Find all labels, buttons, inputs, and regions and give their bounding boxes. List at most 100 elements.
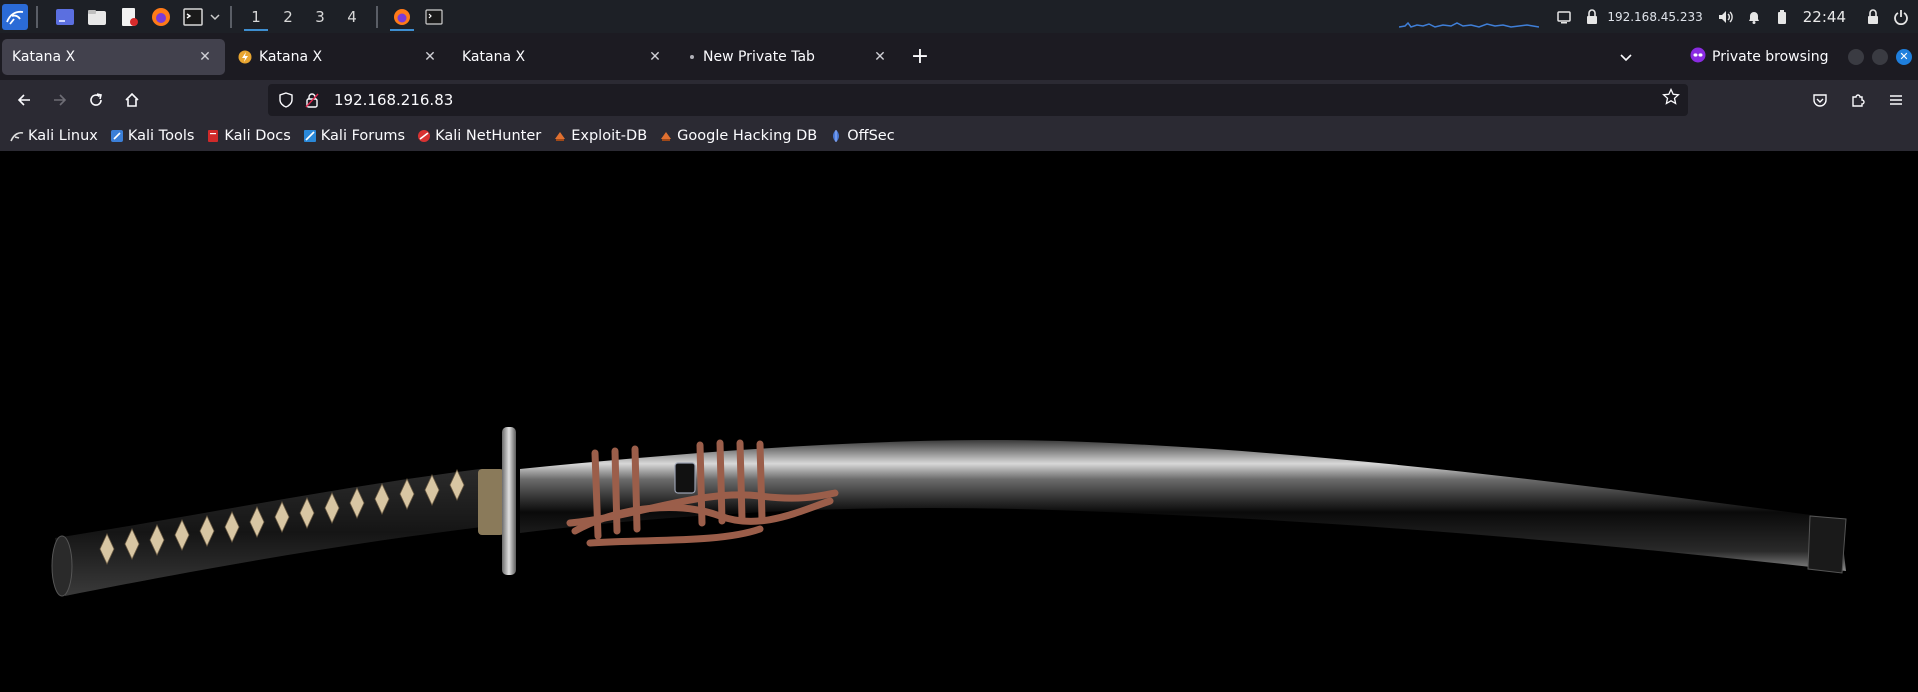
insecure-lock-icon[interactable]	[300, 88, 324, 112]
panel-separator	[36, 5, 38, 28]
power-icon[interactable]	[1888, 0, 1914, 33]
workspace-4[interactable]: 4	[336, 0, 368, 33]
network-graph	[1399, 21, 1540, 28]
minimize-button[interactable]	[1848, 48, 1864, 65]
nethunter-icon	[417, 129, 431, 143]
chevron-down-icon[interactable]	[208, 4, 222, 30]
close-tab-icon[interactable]: ✕	[420, 47, 440, 67]
url-text[interactable]: 192.168.216.83	[334, 91, 453, 109]
kali-tools-icon	[110, 129, 124, 143]
text-editor-icon[interactable]	[116, 4, 142, 30]
navigation-toolbar: 192.168.216.83	[0, 80, 1918, 120]
tab-katana-x-2[interactable]: Katana X ✕	[227, 39, 450, 75]
pocket-button[interactable]	[1804, 84, 1836, 116]
forward-button[interactable]	[44, 84, 76, 116]
bookmark-label: Kali Linux	[28, 127, 98, 144]
reload-icon	[90, 93, 102, 106]
back-button[interactable]	[8, 84, 40, 116]
pocket-icon	[1813, 94, 1827, 107]
kali-forums-icon	[303, 129, 317, 143]
lock-screen-icon[interactable]	[1860, 0, 1886, 33]
system-panel: 1 2 3 4 192.168.45.233 22:44	[0, 0, 1918, 33]
private-mask-icon	[1690, 47, 1706, 67]
close-tab-icon[interactable]: ✕	[645, 47, 665, 67]
kali-menu-icon[interactable]	[2, 3, 28, 30]
firefox-icon	[394, 8, 410, 25]
scabbard-tip	[1807, 515, 1847, 574]
app-menu-button[interactable]	[1880, 84, 1912, 116]
shield-icon[interactable]	[274, 88, 298, 112]
bookmark-label: OffSec	[847, 127, 895, 144]
chevron-down-icon	[1620, 53, 1632, 61]
url-bar[interactable]: 192.168.216.83	[268, 84, 1688, 116]
tab-katana-x-3[interactable]: Katana X ✕	[452, 39, 675, 75]
bookmark-kali-docs[interactable]: Kali Docs	[206, 127, 291, 144]
ghdb-icon	[659, 129, 673, 143]
bookmark-exploit-db[interactable]: Exploit-DB	[553, 128, 647, 144]
kashira	[51, 535, 73, 597]
bookmark-label: Kali Forums	[320, 127, 406, 144]
page-content	[0, 151, 1918, 692]
panel-tray: 192.168.45.233 22:44	[1399, 0, 1918, 33]
fuchi	[478, 469, 504, 535]
bookmark-kali-linux[interactable]: Kali Linux	[10, 128, 98, 144]
private-browsing-label: Private browsing	[1712, 48, 1829, 65]
list-all-tabs-button[interactable]	[1610, 33, 1642, 80]
workspace-3[interactable]: 3	[304, 0, 336, 33]
private-browsing-indicator: Private browsing	[1690, 33, 1829, 80]
tab-title: Katana X	[12, 48, 76, 65]
bookmark-label: Kali Tools	[127, 127, 195, 144]
extensions-button[interactable]	[1842, 84, 1874, 116]
tab-title: Katana X	[462, 48, 526, 65]
reload-button[interactable]	[80, 84, 112, 116]
bookmark-label: Kali Docs	[224, 127, 291, 144]
workspace-1[interactable]: 1	[240, 0, 272, 33]
bookmark-google-hacking-db[interactable]: Google Hacking DB	[659, 128, 817, 144]
file-manager-icon[interactable]	[84, 4, 110, 30]
kali-dragon-icon	[10, 129, 24, 143]
bookmark-star-icon[interactable]	[1662, 87, 1680, 110]
notification-bell-icon[interactable]	[1741, 0, 1767, 33]
puzzle-icon	[1852, 94, 1865, 107]
handle	[55, 469, 490, 596]
ip-address: 192.168.45.233	[1607, 9, 1703, 24]
window-controls: ✕	[1848, 33, 1912, 80]
tab-strip: Katana X ✕ Katana X ✕ Katana X ✕ New Pri…	[0, 33, 1918, 80]
bookmark-offsec[interactable]: OffSec	[829, 128, 895, 144]
tab-title: New Private Tab	[703, 48, 815, 65]
task-terminal[interactable]	[418, 0, 450, 33]
new-tab-button[interactable]: +	[904, 41, 936, 73]
terminal-icon[interactable]	[180, 4, 206, 30]
panel-separator	[376, 5, 378, 28]
panel-separator	[230, 5, 232, 28]
arrow-left-icon	[17, 94, 30, 106]
bookmark-kali-forums[interactable]: Kali Forums	[303, 128, 405, 144]
bookmark-kali-tools[interactable]: Kali Tools	[110, 127, 195, 144]
home-button[interactable]	[116, 84, 148, 116]
firefox-icon[interactable]	[148, 4, 174, 30]
workspace-2[interactable]: 2	[272, 0, 304, 33]
bookmark-label: Google Hacking DB	[677, 127, 818, 144]
kurigata	[674, 462, 696, 494]
hamburger-menu-icon	[1890, 95, 1902, 105]
lightning-icon	[237, 49, 253, 65]
arrow-right-icon	[54, 94, 67, 106]
vpn-lock-icon[interactable]	[1579, 0, 1605, 33]
maximize-button[interactable]	[1872, 48, 1888, 65]
tab-new-private[interactable]: New Private Tab ✕	[677, 39, 900, 75]
bookmark-kali-nethunter[interactable]: Kali NetHunter	[417, 128, 541, 144]
bookmark-label: Kali NetHunter	[435, 127, 542, 144]
toolbar-right	[1800, 80, 1918, 120]
desktop-icon[interactable]	[52, 4, 78, 30]
close-window-button[interactable]: ✕	[1896, 48, 1912, 65]
battery-icon[interactable]	[1769, 0, 1795, 33]
close-tab-icon[interactable]: ✕	[870, 47, 890, 67]
screen-icon[interactable]	[1551, 0, 1577, 33]
dot-icon	[687, 49, 697, 65]
close-tab-icon[interactable]: ✕	[195, 47, 215, 67]
offsec-icon	[829, 129, 843, 143]
volume-icon[interactable]	[1713, 0, 1739, 33]
clock[interactable]: 22:44	[1803, 8, 1846, 26]
task-firefox[interactable]	[386, 0, 418, 33]
tab-katana-x-1[interactable]: Katana X ✕	[2, 38, 225, 75]
